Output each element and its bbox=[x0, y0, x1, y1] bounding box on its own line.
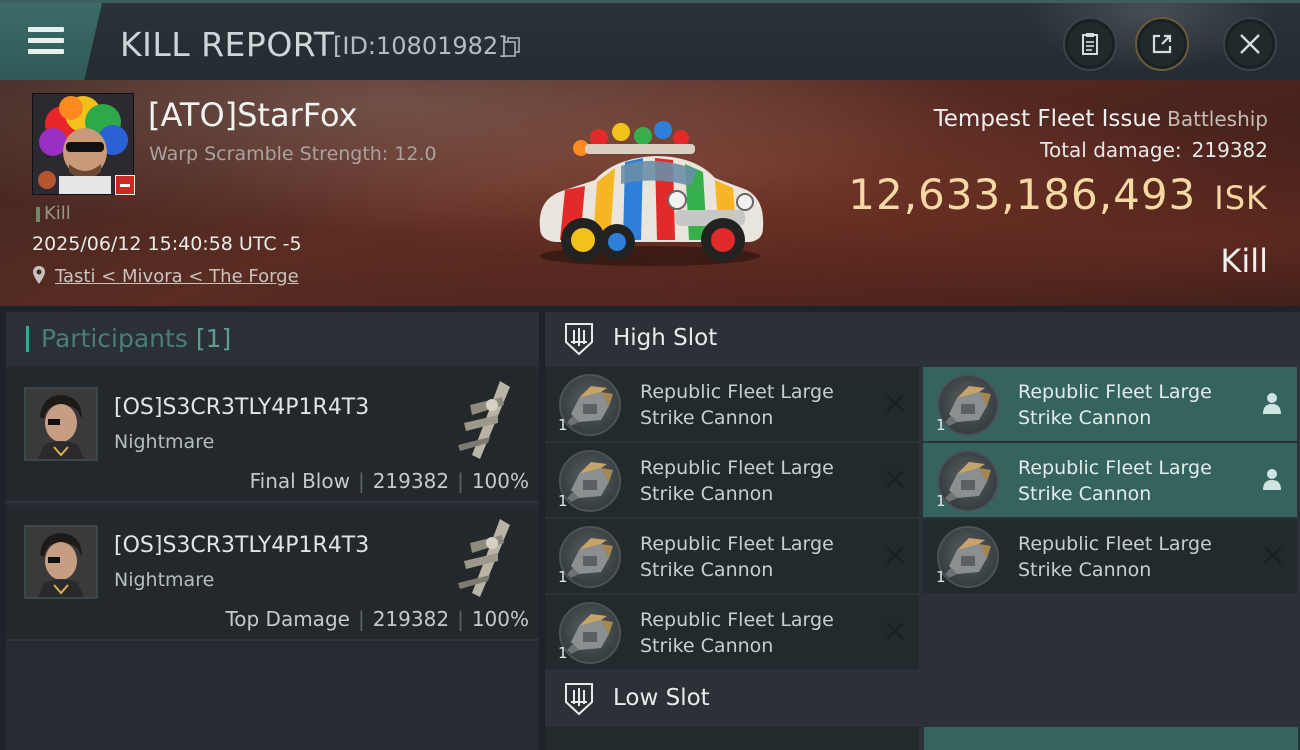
pin-icon bbox=[33, 266, 45, 284]
low-slot-module-partial[interactable] bbox=[924, 727, 1298, 750]
module-tile[interactable]: 1 Republic Fleet Large Strike Cannon bbox=[923, 367, 1297, 441]
kill-tag: Kill bbox=[44, 203, 71, 224]
low-slot-module-partial[interactable] bbox=[545, 727, 919, 750]
participant-percent: 100% bbox=[471, 607, 529, 631]
module-name: Republic Fleet Large Strike Cannon bbox=[640, 457, 834, 505]
module-quantity: 1 bbox=[558, 644, 568, 662]
kill-tag-marker bbox=[36, 207, 40, 222]
high-slot-title: High Slot bbox=[613, 325, 718, 351]
victim-ship-image[interactable] bbox=[525, 118, 775, 278]
slot-icon bbox=[565, 323, 593, 356]
kill-report-screen: KILL REPORT [ID:10801982] [ATO]StarFox W… bbox=[0, 0, 1300, 750]
close-icon bbox=[1240, 34, 1260, 54]
isk-unit: ISK bbox=[1214, 179, 1268, 217]
module-name: Republic Fleet Large Strike Cannon bbox=[640, 381, 834, 429]
person-icon bbox=[1263, 393, 1281, 414]
fitting-panel: High Slot 1 Republic Fleet Large Strike C… bbox=[545, 312, 1300, 750]
module-icon bbox=[937, 374, 999, 436]
module-tile[interactable]: 1 Republic Fleet Large Strike Cannon bbox=[545, 443, 919, 517]
participant-damage: 219382 bbox=[372, 469, 450, 493]
participant-damage: 219382 bbox=[372, 607, 450, 631]
module-name: Republic Fleet Large Strike Cannon bbox=[1018, 381, 1212, 429]
kill-datetime: 2025/06/12 15:40:58 UTC -5 bbox=[32, 233, 302, 255]
participant-ship: Nightmare bbox=[114, 431, 215, 453]
module-quantity: 1 bbox=[936, 416, 946, 434]
share-icon bbox=[1152, 34, 1172, 54]
module-icon bbox=[937, 450, 999, 512]
module-quantity: 1 bbox=[936, 568, 946, 586]
module-quantity: 1 bbox=[558, 492, 568, 510]
report-id: [ID:10801982] bbox=[333, 32, 508, 60]
close-button[interactable] bbox=[1223, 17, 1277, 71]
victim-ship-class: Battleship bbox=[1167, 107, 1268, 131]
participant-role: Top Damage bbox=[225, 607, 350, 631]
participant-stats: Top Damage | 219382 | 100% bbox=[225, 607, 529, 631]
x-icon bbox=[1264, 546, 1282, 564]
participant-avatar bbox=[24, 525, 98, 599]
menu-button[interactable] bbox=[0, 3, 102, 83]
module-icon bbox=[937, 526, 999, 588]
participants-title: Participants bbox=[41, 324, 188, 353]
module-name: Republic Fleet Large Strike Cannon bbox=[1018, 533, 1212, 581]
module-tile[interactable]: 1 Republic Fleet Large Strike Cannon bbox=[545, 367, 919, 441]
module-quantity: 1 bbox=[936, 492, 946, 510]
person-icon bbox=[1263, 469, 1281, 490]
participant-row[interactable]: [OS]S3CR3TLY4P1R4T3 Nightmare Final Blow… bbox=[6, 369, 539, 503]
module-name: Republic Fleet Large Strike Cannon bbox=[1018, 457, 1212, 505]
x-icon bbox=[886, 546, 904, 564]
isk-value: 12,633,186,493 ISK bbox=[848, 170, 1268, 219]
victim-ship-name: Tempest Fleet Issue Battleship bbox=[933, 106, 1268, 132]
x-icon bbox=[886, 394, 904, 412]
module-icon bbox=[559, 526, 621, 588]
clipboard-button[interactable] bbox=[1063, 17, 1117, 71]
low-slot-header: Low Slot bbox=[545, 672, 1300, 726]
result-label: Kill bbox=[1220, 242, 1268, 280]
x-icon bbox=[886, 622, 904, 640]
slot-icon bbox=[565, 683, 593, 716]
module-tile[interactable]: 1 Republic Fleet Large Strike Cannon bbox=[545, 519, 919, 593]
module-name: Republic Fleet Large Strike Cannon bbox=[640, 533, 834, 581]
victim-banner: [ATO]StarFox Warp Scramble Strength: 12.… bbox=[0, 80, 1300, 306]
status-badge bbox=[115, 175, 135, 195]
module-quantity: 1 bbox=[558, 416, 568, 434]
participant-stats: Final Blow | 219382 | 100% bbox=[249, 469, 529, 493]
module-name: Republic Fleet Large Strike Cannon bbox=[640, 609, 834, 657]
participant-row[interactable]: [OS]S3CR3TLY4P1R4T3 Nightmare Top Damage… bbox=[6, 507, 539, 641]
victim-subtitle: Warp Scramble Strength: 12.0 bbox=[149, 143, 437, 165]
participant-name: [OS]S3CR3TLY4P1R4T3 bbox=[114, 395, 370, 420]
participant-ship: Nightmare bbox=[114, 569, 215, 591]
low-slot-title: Low Slot bbox=[613, 685, 710, 711]
clipboard-icon bbox=[1082, 33, 1098, 55]
participant-avatar bbox=[24, 387, 98, 461]
victim-name[interactable]: [ATO]StarFox bbox=[148, 96, 358, 134]
participants-panel: Participants [1] [OS]S3CR3TLY4P1R4T3 Nig… bbox=[6, 312, 539, 750]
module-icon bbox=[559, 450, 621, 512]
kill-location-link[interactable]: Tasti < Mivora < The Forge bbox=[55, 266, 299, 287]
module-icon bbox=[559, 602, 621, 664]
participants-header: Participants [1] bbox=[6, 312, 539, 366]
x-icon bbox=[886, 470, 904, 488]
total-damage: Total damage: 219382 bbox=[1040, 138, 1268, 162]
participant-ship-image bbox=[458, 519, 510, 597]
module-icon bbox=[559, 374, 621, 436]
copy-icon[interactable] bbox=[503, 37, 521, 57]
high-slot-header: High Slot bbox=[545, 312, 1300, 366]
participant-role: Final Blow bbox=[249, 469, 350, 493]
total-damage-value: 219382 bbox=[1191, 138, 1268, 162]
header-bar: KILL REPORT [ID:10801982] bbox=[0, 0, 1300, 83]
participant-ship-image bbox=[458, 381, 510, 459]
participant-name: [OS]S3CR3TLY4P1R4T3 bbox=[114, 533, 370, 558]
page-title: KILL REPORT bbox=[120, 25, 335, 64]
module-tile[interactable]: 1 Republic Fleet Large Strike Cannon bbox=[923, 443, 1297, 517]
module-tile[interactable]: 1 Republic Fleet Large Strike Cannon bbox=[545, 595, 919, 669]
share-button[interactable] bbox=[1135, 17, 1189, 71]
participants-count: [1] bbox=[195, 324, 232, 353]
menu-icon bbox=[28, 27, 64, 55]
participant-percent: 100% bbox=[471, 469, 529, 493]
module-tile[interactable]: 1 Republic Fleet Large Strike Cannon bbox=[923, 519, 1297, 593]
module-quantity: 1 bbox=[558, 568, 568, 586]
